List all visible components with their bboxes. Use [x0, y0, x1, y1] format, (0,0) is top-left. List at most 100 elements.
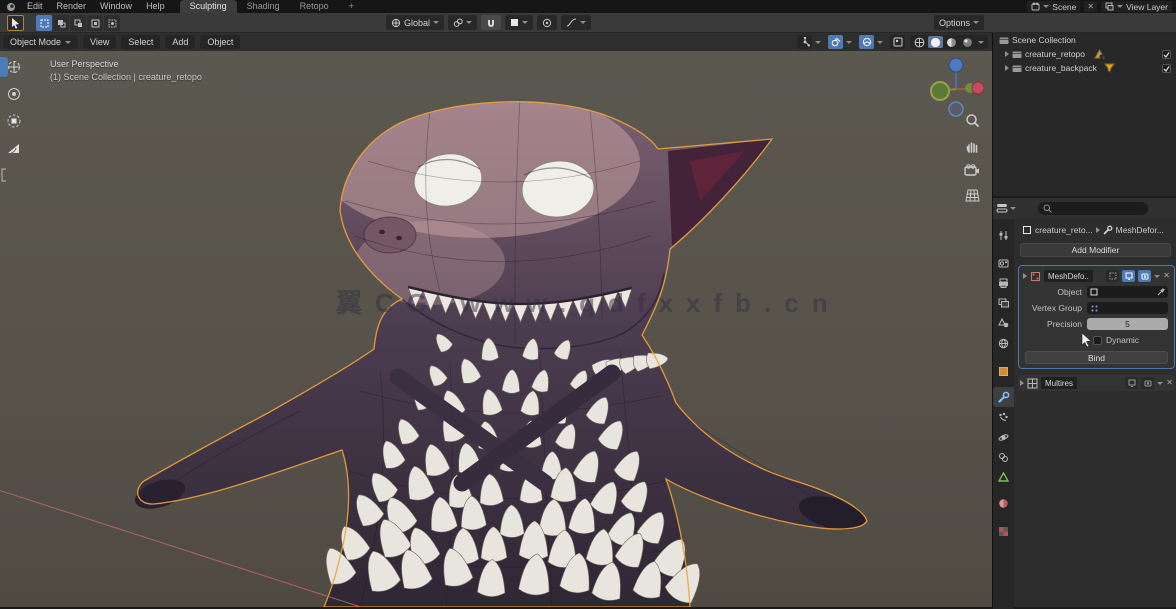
edit-mode-toggle[interactable]: [1106, 270, 1119, 282]
tab-texture[interactable]: [993, 521, 1014, 541]
shading-material-button[interactable]: [944, 36, 959, 48]
menu-window[interactable]: Window: [93, 0, 139, 13]
navigation-gizmo[interactable]: [928, 55, 984, 117]
properties-editor-type-dropdown[interactable]: [996, 203, 1016, 214]
select-mode-subtract-button[interactable]: [70, 15, 86, 31]
expand-icon[interactable]: [1005, 65, 1009, 71]
expand-icon[interactable]: [1023, 273, 1027, 279]
vertex-group-field[interactable]: [1087, 302, 1168, 314]
modifier-multires-header[interactable]: Multires ✕: [1018, 375, 1175, 391]
add-workspace-button[interactable]: +: [339, 0, 364, 13]
remove-modifier-button[interactable]: ✕: [1163, 272, 1170, 280]
gizmo-dropdown[interactable]: [813, 35, 823, 49]
modifier-extras-dropdown[interactable]: [1154, 275, 1160, 278]
eyedropper-icon[interactable]: [1157, 288, 1165, 296]
modifier-name[interactable]: MeshDefo..: [1044, 270, 1093, 282]
pan-hand-button[interactable]: [962, 136, 982, 154]
outliner-row-creature-backpack[interactable]: creature_backpack: [993, 61, 1176, 75]
tab-scene[interactable]: [993, 313, 1014, 333]
move-tool-button[interactable]: [0, 84, 26, 104]
viewport-3d[interactable]: User Perspective (1) Scene Collection | …: [0, 51, 992, 607]
tab-sculpting[interactable]: Sculpting: [180, 0, 237, 13]
expand-icon[interactable]: [1005, 51, 1009, 57]
tab-object[interactable]: [993, 361, 1014, 381]
gizmo-x-axis[interactable]: [972, 82, 984, 94]
menu-select[interactable]: Select: [121, 35, 160, 49]
mode-dropdown[interactable]: Object Mode: [3, 35, 78, 49]
properties-search-input[interactable]: [1038, 202, 1148, 215]
dynamic-checkbox[interactable]: [1093, 336, 1102, 345]
menu-object[interactable]: Object: [200, 35, 240, 49]
breadcrumb-object[interactable]: creature_reto...: [1035, 225, 1093, 235]
xray-dropdown[interactable]: [875, 35, 885, 49]
proportional-editing-button[interactable]: [537, 15, 557, 30]
tab-output[interactable]: [993, 273, 1014, 293]
tab-particles[interactable]: [993, 407, 1014, 427]
shading-rendered-button[interactable]: [960, 36, 975, 48]
ortho-grid-button[interactable]: [962, 186, 982, 204]
render-toggle[interactable]: [1141, 377, 1154, 389]
outliner-row-creature-retopo[interactable]: creature_retopo: [993, 47, 1176, 61]
tab-constraints[interactable]: [993, 447, 1014, 467]
measure-tool-button[interactable]: [0, 138, 26, 158]
blender-logo-icon[interactable]: [6, 2, 16, 12]
gizmo-z-axis[interactable]: [949, 58, 963, 72]
gizmo-y-axis[interactable]: [931, 82, 949, 100]
tab-world[interactable]: [993, 333, 1014, 353]
select-mode-extend-button[interactable]: [53, 15, 69, 31]
overlays-dropdown[interactable]: [844, 35, 854, 49]
select-mode-new-button[interactable]: [36, 15, 52, 31]
bind-button[interactable]: Bind: [1025, 351, 1168, 364]
outliner-row-scene-collection[interactable]: Scene Collection: [993, 33, 1176, 47]
visibility-checkbox[interactable]: [1162, 64, 1171, 73]
show-gizmo-button[interactable]: [797, 35, 812, 49]
object-field[interactable]: [1087, 286, 1168, 298]
expand-icon[interactable]: [1020, 380, 1024, 386]
menu-help[interactable]: Help: [139, 0, 172, 13]
tab-object-data[interactable]: [993, 467, 1014, 487]
modifier-meshdeform-header[interactable]: MeshDefo.. ✕: [1021, 268, 1172, 284]
scene-selector[interactable]: Scene: [1027, 1, 1080, 12]
breadcrumb-modifier[interactable]: MeshDefor...: [1116, 225, 1164, 235]
active-tool-tweak-button[interactable]: [7, 15, 24, 31]
menu-add[interactable]: Add: [165, 35, 195, 49]
precision-slider[interactable]: 5: [1087, 318, 1168, 330]
tab-modifiers[interactable]: [993, 387, 1014, 407]
proportional-falloff-dropdown[interactable]: [561, 15, 591, 30]
modifier-name[interactable]: Multires: [1041, 377, 1077, 389]
tab-tool[interactable]: [993, 225, 1014, 245]
menu-edit[interactable]: Edit: [20, 0, 50, 13]
menu-view[interactable]: View: [83, 35, 116, 49]
modifier-extras-dropdown[interactable]: [1157, 382, 1163, 385]
realtime-toggle[interactable]: [1125, 377, 1138, 389]
tab-shading[interactable]: Shading: [237, 0, 290, 13]
gizmo-negz-axis[interactable]: [949, 102, 963, 116]
tab-render[interactable]: [993, 253, 1014, 273]
menu-render[interactable]: Render: [50, 0, 94, 13]
tab-retopo[interactable]: Retopo: [290, 0, 339, 13]
tab-view-layer[interactable]: [993, 293, 1014, 313]
tab-material[interactable]: [993, 493, 1014, 513]
select-mode-invert-button[interactable]: [87, 15, 103, 31]
camera-view-button[interactable]: [962, 161, 982, 179]
shading-dropdown[interactable]: [976, 41, 986, 44]
tab-physics[interactable]: [993, 427, 1014, 447]
shading-solid-button[interactable]: [928, 36, 943, 48]
render-preview-toggle-button[interactable]: [890, 35, 905, 49]
realtime-toggle[interactable]: [1122, 270, 1135, 282]
unlink-scene-button[interactable]: ✕: [1084, 1, 1097, 12]
xray-toggle-button[interactable]: [859, 35, 874, 49]
cursor-tool-button[interactable]: [0, 57, 26, 77]
annotate-tool-button[interactable]: [0, 165, 26, 185]
transform-orientation-dropdown[interactable]: Global: [386, 15, 444, 30]
remove-modifier-button[interactable]: ✕: [1166, 379, 1173, 387]
snap-toggle-button[interactable]: [481, 15, 501, 30]
render-toggle[interactable]: [1138, 270, 1151, 282]
select-mode-intersect-button[interactable]: [104, 15, 120, 31]
pivot-point-dropdown[interactable]: [448, 15, 477, 30]
shading-wireframe-button[interactable]: [912, 36, 927, 48]
options-dropdown[interactable]: Options: [934, 15, 984, 30]
add-modifier-button[interactable]: Add Modifier: [1020, 243, 1171, 257]
show-overlays-button[interactable]: [828, 35, 843, 49]
view-layer-selector[interactable]: View Layer: [1101, 1, 1172, 12]
